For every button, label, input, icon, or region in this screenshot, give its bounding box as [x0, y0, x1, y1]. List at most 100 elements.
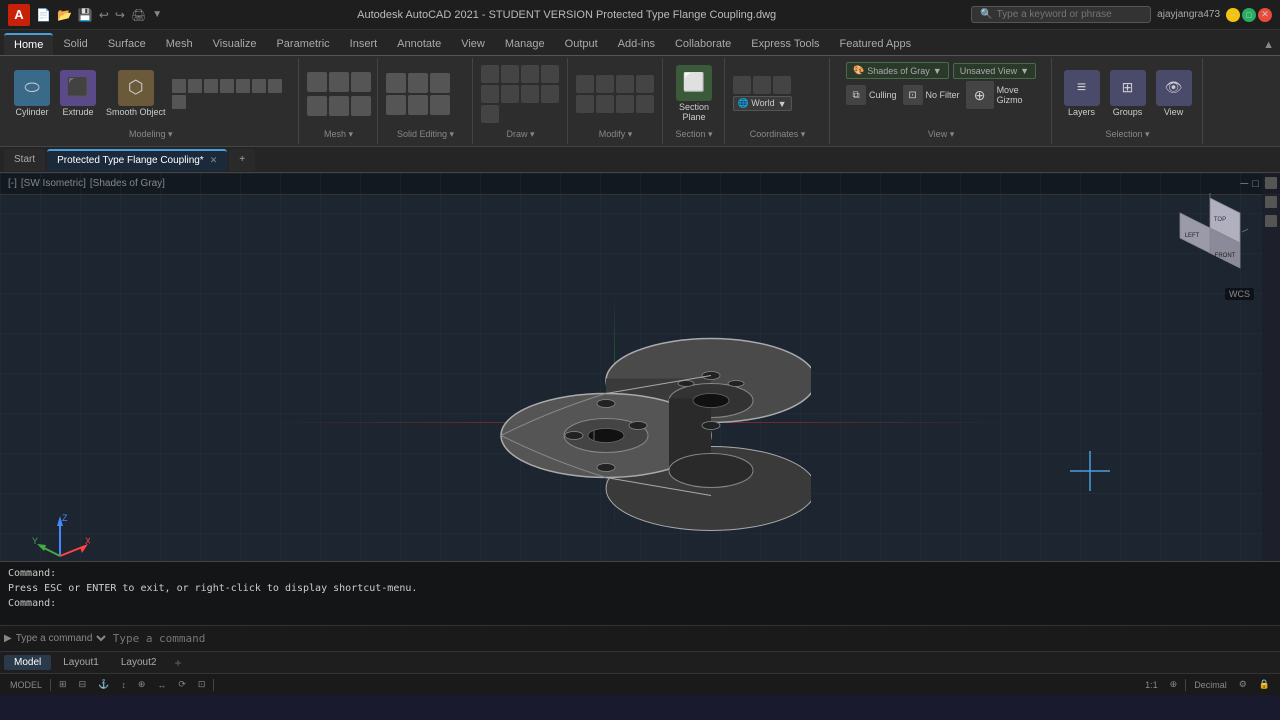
- mesh-tool-5[interactable]: [329, 96, 349, 116]
- draw-4[interactable]: [541, 65, 559, 83]
- modify-5[interactable]: [576, 95, 594, 113]
- tab-document[interactable]: Protected Type Flange Coupling* ✕: [47, 149, 227, 171]
- world-dropdown[interactable]: 🌐 World ▼: [733, 96, 792, 111]
- view-button[interactable]: 👁 View: [1152, 67, 1196, 121]
- status-settings[interactable]: ⚙: [1235, 679, 1251, 690]
- solid-edit-1[interactable]: [386, 73, 406, 93]
- solid-tool-6[interactable]: [252, 79, 266, 93]
- move-gizmo-button[interactable]: ⊕ MoveGizmo: [966, 81, 1023, 109]
- solid-tool-3[interactable]: [204, 79, 218, 93]
- view-preset-dropdown[interactable]: Unsaved View ▼: [953, 63, 1036, 79]
- coord-1[interactable]: [733, 76, 751, 94]
- shades-dropdown[interactable]: 🎨 Shades of Gray ▼: [846, 62, 949, 79]
- tab-surface[interactable]: Surface: [98, 33, 156, 55]
- viewport[interactable]: [-] [SW Isometric] [Shades of Gray] ─ □ …: [0, 173, 1280, 651]
- tab-view[interactable]: View: [451, 33, 495, 55]
- tab-addins[interactable]: Add-ins: [608, 33, 665, 55]
- coord-3[interactable]: [773, 76, 791, 94]
- status-zoom[interactable]: ⊕: [1166, 679, 1182, 690]
- draw-7[interactable]: [521, 85, 539, 103]
- tab-output[interactable]: Output: [555, 33, 608, 55]
- solid-edit-5[interactable]: [408, 95, 428, 115]
- modify-6[interactable]: [596, 95, 614, 113]
- command-input[interactable]: [109, 632, 1276, 645]
- status-scale[interactable]: 1:1: [1141, 680, 1162, 690]
- mesh-tool-3[interactable]: [351, 72, 371, 92]
- modify-7[interactable]: [616, 95, 634, 113]
- command-select[interactable]: Type a command: [12, 632, 109, 645]
- status-model[interactable]: MODEL: [6, 680, 46, 690]
- draw-8[interactable]: [541, 85, 559, 103]
- status-lock[interactable]: 🔒: [1255, 679, 1274, 690]
- tab-parametric[interactable]: Parametric: [266, 33, 339, 55]
- mesh-tool-4[interactable]: [307, 96, 327, 116]
- solid-edit-3[interactable]: [430, 73, 450, 93]
- layout-tab-layout1[interactable]: Layout1: [53, 655, 109, 670]
- coord-2[interactable]: [753, 76, 771, 94]
- status-grid-toggle[interactable]: ⊞: [55, 679, 71, 690]
- tab-annotate[interactable]: Annotate: [387, 33, 451, 55]
- draw-6[interactable]: [501, 85, 519, 103]
- layers-button[interactable]: ≡ Layers: [1060, 67, 1104, 121]
- culling-button[interactable]: ⧉ Culling: [846, 85, 897, 105]
- status-osnap-toggle[interactable]: ⊕: [134, 679, 150, 690]
- draw-3[interactable]: [521, 65, 539, 83]
- mesh-tool-1[interactable]: [307, 72, 327, 92]
- new-file-icon[interactable]: 📄: [36, 8, 51, 22]
- no-filter-button[interactable]: ⊡ No Filter: [903, 85, 960, 105]
- solid-edit-4[interactable]: [386, 95, 406, 115]
- modify-3[interactable]: [616, 75, 634, 93]
- modify-8[interactable]: [636, 95, 654, 113]
- collapse-ribbon-button[interactable]: ▲: [1257, 35, 1280, 55]
- nav-3[interactable]: [1265, 215, 1277, 227]
- solid-tool-5[interactable]: [236, 79, 250, 93]
- solid-tool-2[interactable]: [188, 79, 202, 93]
- new-layout-button[interactable]: +: [168, 654, 187, 672]
- dropdown-arrow[interactable]: ▼: [152, 9, 162, 20]
- redo-icon[interactable]: ↪: [115, 8, 125, 22]
- tab-mesh[interactable]: Mesh: [156, 33, 203, 55]
- solid-tool-7[interactable]: [268, 79, 282, 93]
- plot-icon[interactable]: 🖨: [131, 8, 146, 22]
- cylinder-button[interactable]: ⬭ Cylinder: [10, 67, 54, 121]
- solid-tool-8[interactable]: [172, 95, 186, 109]
- smooth-object-button[interactable]: ⬡ Smooth Object: [102, 67, 170, 121]
- status-polar-toggle[interactable]: ↕: [117, 680, 130, 690]
- layout-tab-layout2[interactable]: Layout2: [111, 655, 167, 670]
- draw-9[interactable]: [481, 105, 499, 123]
- status-transparency-toggle[interactable]: ⟳: [174, 679, 190, 690]
- minimize-button[interactable]: −: [1226, 8, 1240, 22]
- solid-tool-1[interactable]: [172, 79, 186, 93]
- nav-2[interactable]: [1265, 196, 1277, 208]
- open-file-icon[interactable]: 📂: [57, 8, 72, 22]
- tab-start[interactable]: Start: [4, 149, 45, 171]
- maximize-button[interactable]: □: [1242, 8, 1256, 22]
- tab-insert[interactable]: Insert: [340, 33, 388, 55]
- status-selection-toggle[interactable]: ⊡: [194, 679, 210, 690]
- modify-2[interactable]: [596, 75, 614, 93]
- solid-tool-4[interactable]: [220, 79, 234, 93]
- nav-1[interactable]: [1265, 177, 1277, 189]
- draw-2[interactable]: [501, 65, 519, 83]
- tab-new[interactable]: +: [229, 149, 255, 171]
- view-cube[interactable]: TOP FRONT LEFT: [1170, 203, 1250, 283]
- close-button[interactable]: ✕: [1258, 8, 1272, 22]
- mesh-tool-6[interactable]: [351, 96, 371, 116]
- wcs-label[interactable]: WCS: [1225, 288, 1254, 300]
- status-decimal[interactable]: Decimal: [1190, 680, 1231, 690]
- mesh-tool-2[interactable]: [329, 72, 349, 92]
- groups-button[interactable]: ⊞ Groups: [1106, 67, 1150, 121]
- tab-home[interactable]: Home: [4, 33, 53, 55]
- section-plane-button[interactable]: ⬜ SectionPlane: [672, 62, 716, 126]
- tab-collaborate[interactable]: Collaborate: [665, 33, 741, 55]
- status-lineweight-toggle[interactable]: ↔: [153, 680, 170, 690]
- tab-express-tools[interactable]: Express Tools: [741, 33, 829, 55]
- tab-close-icon[interactable]: ✕: [210, 155, 218, 166]
- draw-1[interactable]: [481, 65, 499, 83]
- modify-1[interactable]: [576, 75, 594, 93]
- tab-manage[interactable]: Manage: [495, 33, 555, 55]
- tab-visualize[interactable]: Visualize: [203, 33, 267, 55]
- extrude-button[interactable]: ⬛ Extrude: [56, 67, 100, 121]
- status-ortho-toggle[interactable]: ⚓: [94, 679, 113, 690]
- layout-tab-model[interactable]: Model: [4, 655, 51, 670]
